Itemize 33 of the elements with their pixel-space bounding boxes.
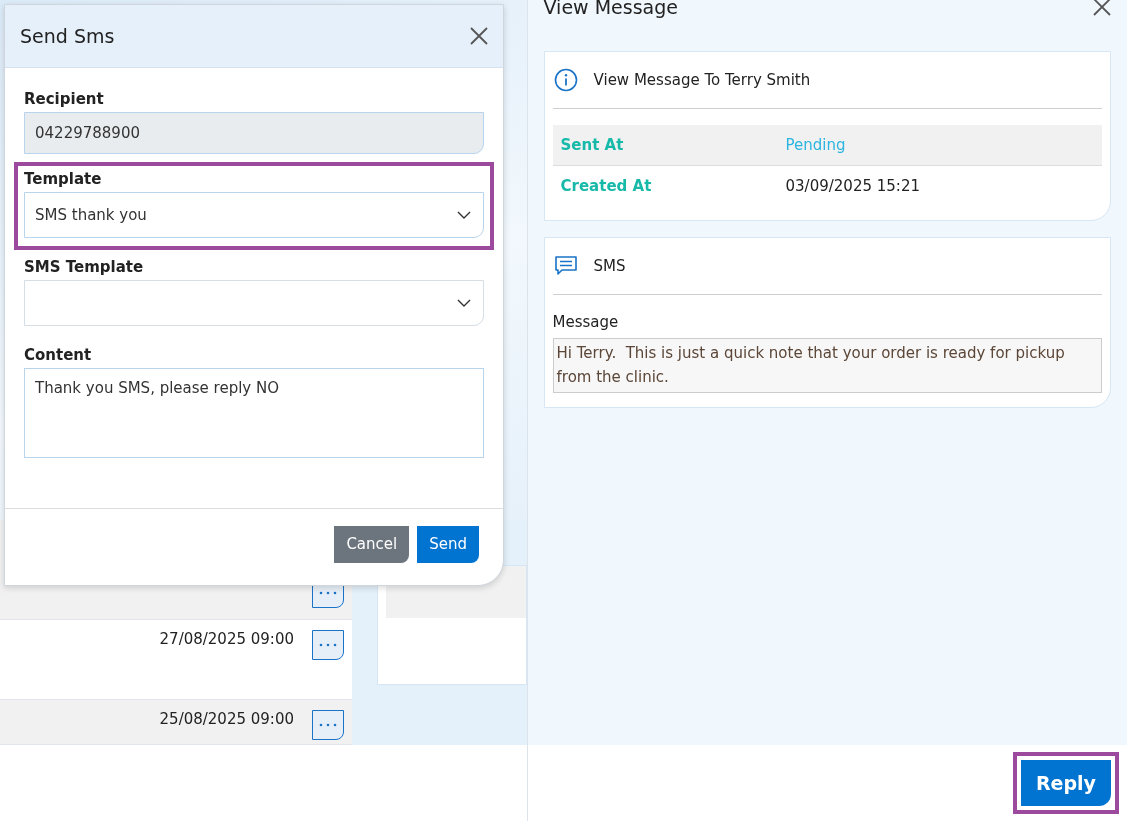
- close-icon[interactable]: [470, 27, 488, 45]
- dropdown-field[interactable]: [24, 280, 484, 326]
- info-icon: [553, 68, 578, 92]
- chevron-down-icon: [457, 211, 471, 219]
- send-button[interactable]: Send: [417, 525, 479, 563]
- close-icon[interactable]: [1093, 0, 1111, 16]
- reply-button[interactable]: Reply: [1021, 760, 1111, 806]
- more-icon: [319, 591, 337, 595]
- dialog-title: Send Sms: [20, 25, 115, 47]
- chat-icon: [553, 255, 578, 277]
- dropdown-field[interactable]: SMS thank you: [24, 192, 484, 238]
- field-label: Message: [552, 313, 620, 331]
- cancel-button[interactable]: Cancel: [334, 525, 410, 563]
- field-label: Template: [24, 170, 102, 188]
- card-heading: SMS: [593, 257, 626, 275]
- date-text: 25/08/2025 09:00: [159, 710, 294, 728]
- date-text: 27/08/2025 09:00: [159, 630, 294, 648]
- more-button[interactable]: [312, 710, 344, 740]
- card-heading: View Message To Terry Smith: [593, 71, 811, 89]
- field-label: Recipient: [24, 90, 104, 108]
- more-button[interactable]: [312, 630, 344, 660]
- detail-label: Created At: [559, 177, 653, 195]
- content-field[interactable]: Thank you SMS, please reply NO: [24, 368, 484, 458]
- more-icon: [319, 643, 337, 647]
- detail-value: 03/09/2025 15:21: [785, 177, 920, 195]
- chevron-down-icon: [457, 299, 471, 307]
- more-icon: [319, 723, 337, 727]
- status-text: Pending: [785, 136, 846, 154]
- field-label: Content: [24, 346, 92, 364]
- message-field[interactable]: Hi Terry. This is just a quick note that your order is ready for pickup from the clinic.: [552, 338, 1102, 393]
- field-label: SMS Template: [24, 258, 144, 276]
- panel-title: View Message: [543, 0, 678, 18]
- detail-label: Sent At: [559, 136, 625, 154]
